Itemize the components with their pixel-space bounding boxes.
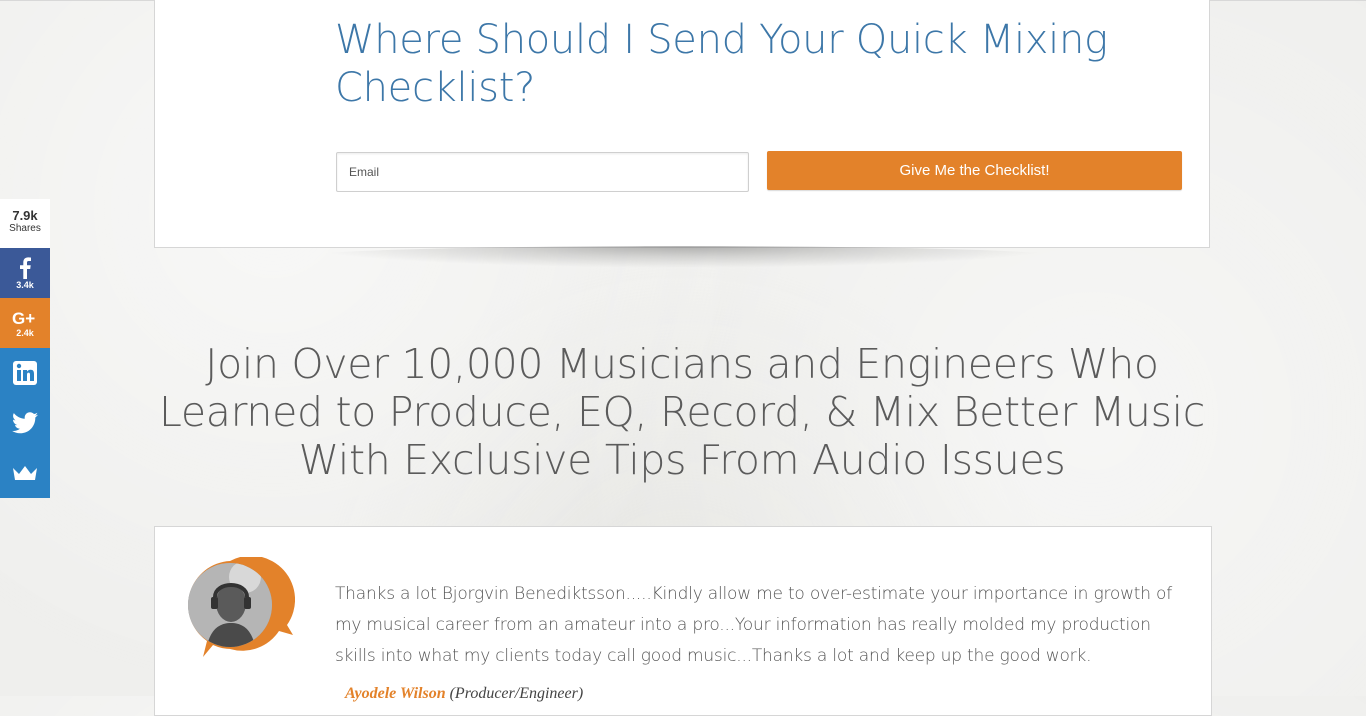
avatar bbox=[188, 557, 295, 657]
share-total-count: 7.9k bbox=[12, 208, 38, 223]
twitter-share-button[interactable] bbox=[0, 398, 50, 448]
crowdsignal-share-button[interactable] bbox=[0, 448, 50, 498]
googleplus-share-button[interactable]: G+ 2.4k bbox=[0, 298, 50, 348]
facebook-icon bbox=[20, 256, 31, 279]
google-plus-icon: G+ bbox=[12, 309, 35, 327]
twitter-icon bbox=[12, 412, 38, 434]
testimonial-card: Thanks a lot Bjorgvin Benediktsson.....K… bbox=[154, 526, 1212, 716]
linkedin-share-button[interactable] bbox=[0, 348, 50, 398]
testimonial-author: Ayodele Wilson (Producer/Engineer) bbox=[345, 685, 583, 703]
optin-title: Where Should I Send Your Quick Mixing Ch… bbox=[335, 17, 1108, 111]
author-name: Ayodele Wilson bbox=[345, 685, 446, 702]
join-heading: Join Over 10,000 Musicians and Engineers… bbox=[159, 340, 1205, 484]
share-total: 7.9k Shares bbox=[0, 199, 50, 248]
svg-text:G+: G+ bbox=[12, 309, 35, 327]
crown-icon bbox=[13, 466, 37, 480]
facebook-share-button[interactable]: 3.4k bbox=[0, 248, 50, 298]
optin-card: Where Should I Send Your Quick Mixing Ch… bbox=[154, 0, 1210, 248]
facebook-share-count: 3.4k bbox=[16, 279, 34, 290]
share-total-label: Shares bbox=[9, 223, 41, 234]
linkedin-icon bbox=[13, 361, 37, 385]
author-role: (Producer/Engineer) bbox=[449, 685, 584, 702]
testimonial-text: Thanks a lot Bjorgvin Benediktsson.....K… bbox=[335, 584, 1173, 666]
share-bar: 7.9k Shares 3.4k G+ 2.4k bbox=[0, 199, 50, 498]
googleplus-share-count: 2.4k bbox=[16, 327, 34, 338]
email-field[interactable] bbox=[336, 152, 749, 192]
card-shadow bbox=[300, 246, 1066, 268]
get-checklist-button[interactable]: Give Me the Checklist! bbox=[767, 151, 1182, 190]
